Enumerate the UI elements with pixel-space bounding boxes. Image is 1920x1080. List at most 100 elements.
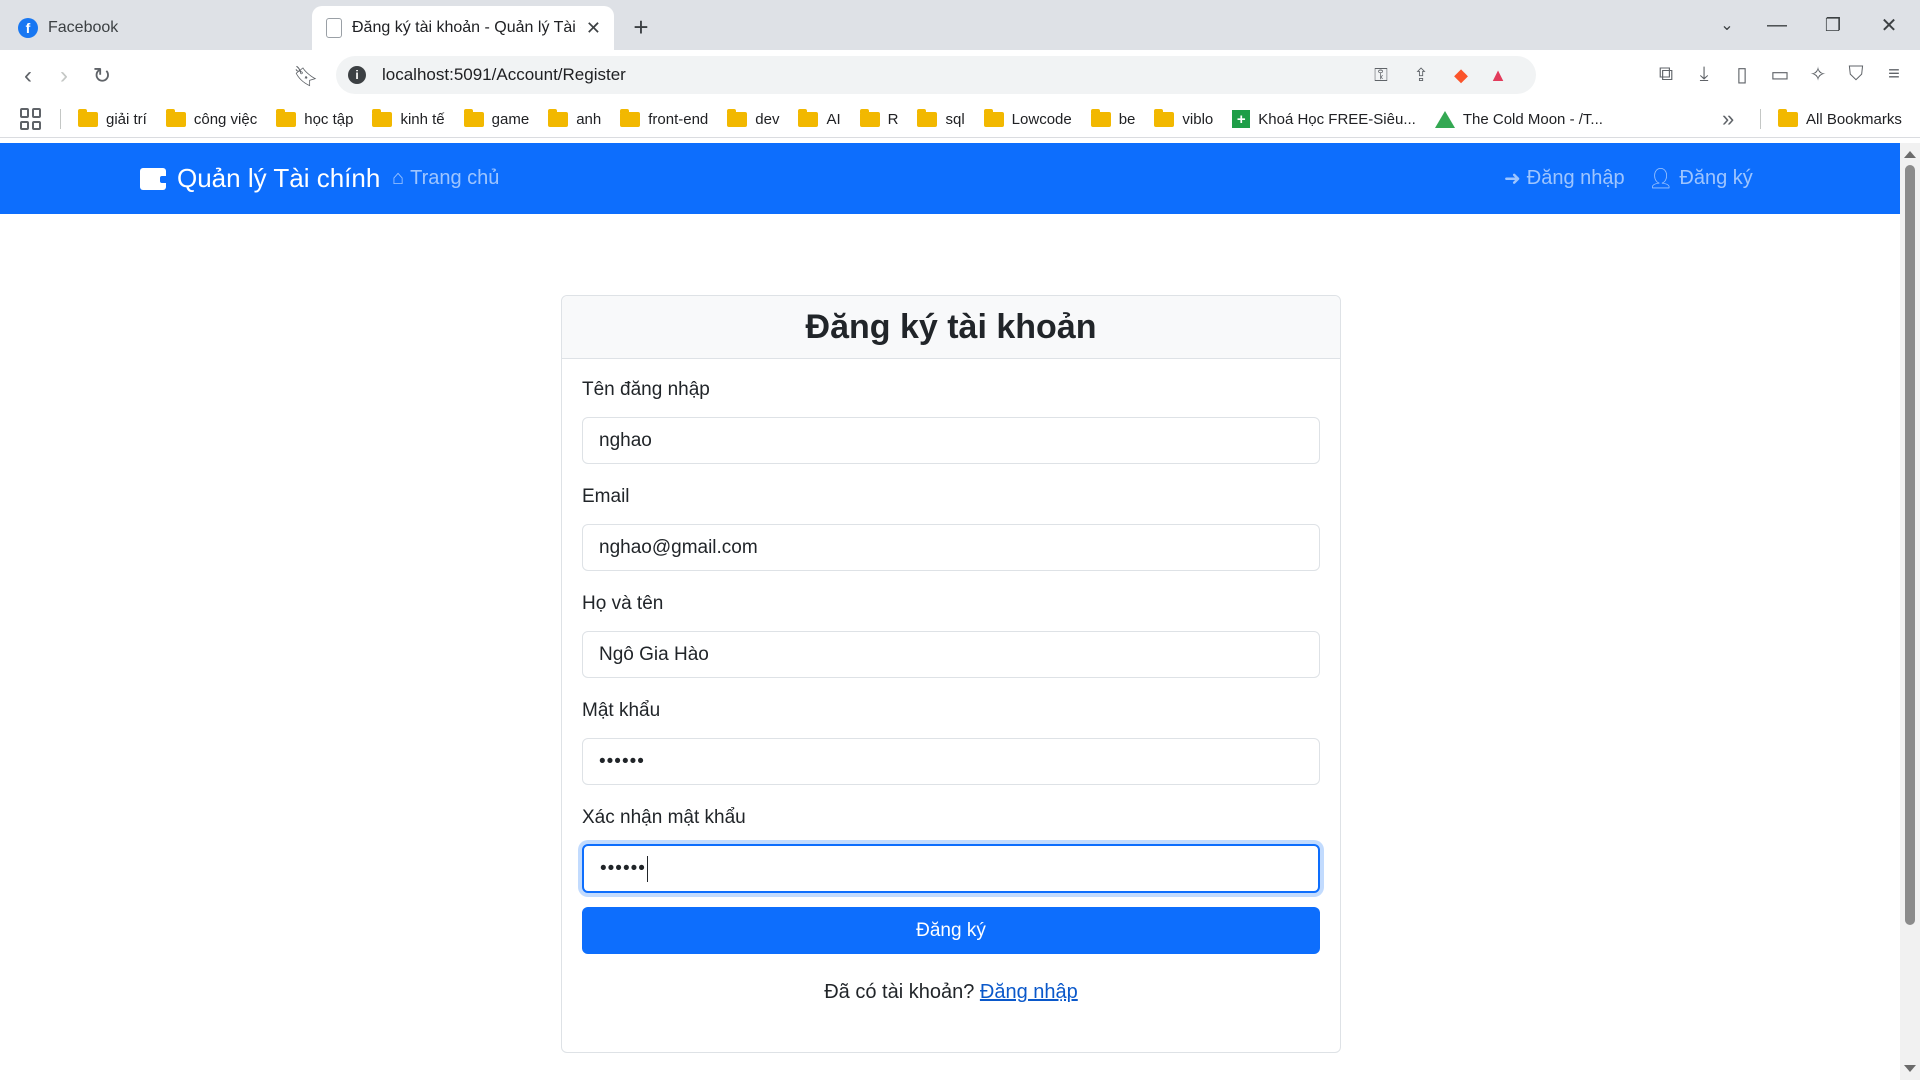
bookmark-folder[interactable]: kinh tế: [372, 108, 445, 128]
sheets-icon: +: [1232, 110, 1251, 128]
brave-rewards-icon[interactable]: ▲: [1486, 63, 1510, 87]
bookmark-folder[interactable]: giải trí: [78, 108, 147, 128]
nav-home-link[interactable]: ⌂ Trang chủ: [392, 143, 499, 214]
nav-login-label: Đăng nhập: [1526, 167, 1625, 189]
tab-search-icon[interactable]: ⌄: [1710, 10, 1744, 40]
vpn-icon[interactable]: ⛉: [1842, 60, 1870, 88]
bookmark-label: kinh tế: [400, 110, 445, 128]
bookmark-folder[interactable]: front-end: [620, 108, 709, 128]
email-value: nghao@gmail.com: [599, 536, 758, 558]
new-tab-button[interactable]: +: [626, 12, 656, 42]
folder-icon: [727, 108, 748, 127]
bookmark-icon[interactable]: 🔖︎: [290, 60, 322, 92]
page-scrollbar[interactable]: [1900, 143, 1920, 1080]
bookmark-label: Khoá Học FREE-Siêu...: [1258, 110, 1416, 128]
nav-register-link[interactable]: 👤︎ Đăng ký: [1648, 143, 1753, 214]
scroll-thumb[interactable]: [1905, 165, 1915, 925]
extensions-icon[interactable]: ⧉: [1652, 60, 1680, 88]
text-caret: [646, 855, 649, 882]
scroll-down-arrow-icon[interactable]: [1904, 1065, 1916, 1072]
url-text[interactable]: localhost:5091/Account/Register: [382, 65, 626, 85]
bookmark-label: front-end: [648, 110, 709, 128]
folder-icon: [859, 108, 880, 127]
all-bookmarks[interactable]: All Bookmarks: [1778, 100, 1902, 138]
forward-icon[interactable]: ›: [48, 60, 80, 92]
folder-icon: [917, 108, 938, 127]
brand-text: Quản lý Tài chính: [177, 163, 381, 193]
folder-icon: [78, 108, 98, 127]
have-account-text: Đã có tài khoản?: [824, 981, 975, 1003]
address-bar[interactable]: i localhost:5091/Account/Register ⚿ ⇪ ◆ …: [336, 56, 1536, 94]
bookmark-label: anh: [576, 110, 602, 128]
download-icon[interactable]: ⤓: [1690, 60, 1718, 88]
bookmark-folder[interactable]: học tập: [276, 108, 353, 128]
folder-icon: [1090, 108, 1111, 127]
nav-register-label: Đăng ký: [1679, 167, 1753, 189]
bookmark-folder[interactable]: anh: [548, 108, 602, 128]
bookmark-folder[interactable]: dev: [727, 108, 780, 128]
bookmark-folder[interactable]: AI: [798, 108, 841, 128]
facebook-icon: f: [18, 18, 38, 38]
bookmark-folder[interactable]: viblo: [1154, 108, 1213, 128]
tab-facebook[interactable]: f Facebook: [0, 6, 312, 50]
bookmark-folder[interactable]: sql: [917, 108, 965, 128]
bookmark-folder[interactable]: R: [859, 108, 898, 128]
bookmark-link[interactable]: The Cold Moon - /T...: [1434, 110, 1603, 128]
nav-login-link[interactable]: ➜ Đăng nhập: [1504, 143, 1625, 214]
close-tab-icon[interactable]: ✕: [581, 15, 606, 41]
scroll-up-arrow-icon[interactable]: [1904, 151, 1916, 158]
email-field[interactable]: nghao@gmail.com: [582, 524, 1320, 571]
tab-strip: f Facebook Đăng ký tài khoản - Quản lý T…: [0, 0, 1920, 50]
bookmark-label: game: [491, 110, 530, 128]
folder-icon: [620, 108, 641, 127]
bookmark-label: dev: [755, 110, 780, 128]
menu-icon[interactable]: ≡: [1880, 60, 1908, 88]
folder-icon: [548, 108, 569, 127]
key-icon[interactable]: ⚿: [1369, 63, 1393, 87]
username-field[interactable]: nghao: [582, 417, 1320, 464]
bookmark-folder[interactable]: game: [463, 108, 530, 128]
fullname-label: Họ và tên: [582, 593, 664, 614]
password-field[interactable]: ••••••: [582, 738, 1320, 785]
apps-icon[interactable]: [20, 108, 42, 130]
bookmark-label: be: [1118, 110, 1136, 128]
bookmark-label: công việc: [193, 110, 258, 128]
tab-register[interactable]: Đăng ký tài khoản - Quản lý Tài c ✕: [312, 6, 614, 50]
wallet-icon[interactable]: ▭: [1766, 60, 1794, 88]
minimize-button[interactable]: —: [1760, 10, 1794, 40]
password-value: ••••••: [599, 750, 645, 772]
register-card: Đăng ký tài khoản Tên đăng nhập nghao Em…: [561, 295, 1341, 1053]
home-icon: ⌂: [392, 167, 405, 189]
folder-icon: [165, 108, 186, 127]
bookmark-label: Lowcode: [1011, 110, 1072, 128]
close-window-button[interactable]: ✕: [1872, 10, 1906, 40]
bookmark-folder[interactable]: be: [1090, 108, 1136, 128]
back-icon[interactable]: ‹: [12, 60, 44, 92]
leo-ai-icon[interactable]: ✧: [1804, 60, 1832, 88]
bookmark-label: The Cold Moon - /T...: [1462, 110, 1603, 128]
more-bookmarks-icon[interactable]: »: [1722, 106, 1734, 132]
divider: [60, 109, 61, 129]
sidebar-icon[interactable]: ▯: [1728, 60, 1756, 88]
site-info-icon[interactable]: i: [348, 66, 366, 84]
brand-link[interactable]: Quản lý Tài chính: [140, 143, 380, 214]
bookmark-link[interactable]: + Khoá Học FREE-Siêu...: [1232, 110, 1416, 128]
reload-icon[interactable]: ↻: [86, 60, 118, 92]
login-link[interactable]: Đăng nhập: [980, 981, 1078, 1003]
restore-button[interactable]: ❐: [1816, 10, 1850, 40]
brave-shield-icon[interactable]: ◆: [1449, 63, 1473, 87]
drive-icon: [1434, 110, 1455, 128]
confirm-password-field[interactable]: ••••••: [582, 844, 1320, 893]
bookmark-folder[interactable]: công việc: [165, 108, 258, 128]
folder-icon: [1778, 108, 1798, 127]
folder-icon: [276, 108, 297, 127]
register-button[interactable]: Đăng ký: [582, 907, 1320, 954]
folder-icon: [372, 108, 393, 127]
email-label: Email: [582, 486, 630, 507]
share-icon[interactable]: ⇪: [1409, 63, 1433, 87]
fullname-field[interactable]: Ngô Gia Hào: [582, 631, 1320, 678]
bookmark-label: giải trí: [106, 110, 147, 128]
folder-icon: [798, 108, 819, 127]
nav-home-label: Trang chủ: [410, 167, 500, 189]
bookmark-folder[interactable]: Lowcode: [983, 108, 1072, 128]
